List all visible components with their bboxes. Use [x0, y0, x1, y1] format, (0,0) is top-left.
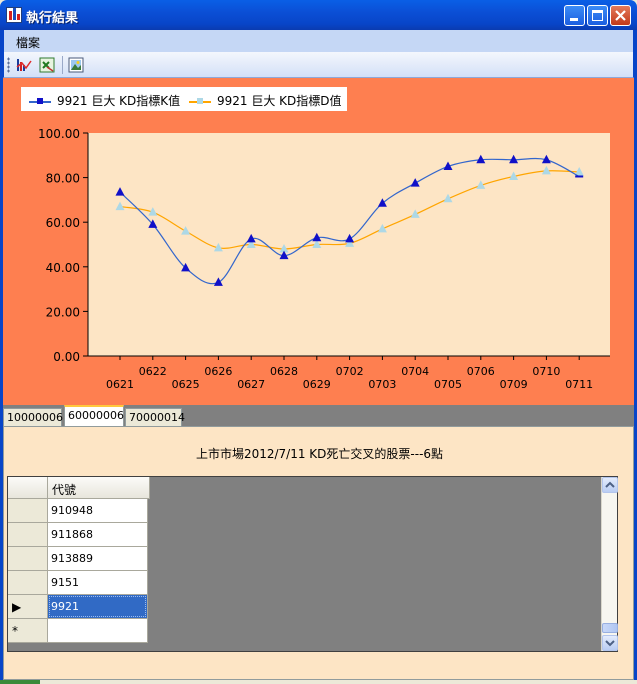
legend-item-d: 9921 巨大 KD指標D值	[189, 92, 342, 109]
row-header[interactable]	[8, 499, 48, 523]
tab-60000006[interactable]: 60000006	[64, 405, 124, 426]
scroll-thumb[interactable]	[602, 623, 618, 633]
app-icon	[6, 7, 22, 23]
row-header[interactable]	[8, 571, 48, 595]
chart-icon	[16, 59, 32, 71]
maximize-icon	[592, 10, 603, 21]
close-button[interactable]	[610, 5, 631, 26]
tab-strip: 10000006 60000006 70000014	[3, 405, 634, 426]
kd-line-chart: 0.00 20.00 40.00 60.00 80.00 100.00 0621 0622 06…	[38, 127, 610, 391]
x-tick-label: 0628	[270, 365, 298, 378]
x-tick-label: 0627	[237, 378, 265, 391]
table-row[interactable]: ▶ 9921	[8, 595, 150, 619]
y-tick-label: 80.00	[46, 172, 80, 186]
table-row[interactable]: *	[8, 619, 150, 643]
close-icon	[615, 10, 626, 21]
x-tick-label: 0705	[434, 378, 462, 391]
column-header-code[interactable]: 代號	[48, 477, 150, 499]
y-tick-label: 20.00	[46, 305, 80, 319]
x-tick-label: 0622	[139, 365, 167, 378]
scroll-down-button[interactable]	[602, 635, 618, 651]
cell-code[interactable]	[48, 619, 148, 643]
y-tick-label: 0.00	[53, 350, 80, 364]
legend-swatch-k	[29, 97, 51, 104]
x-tick-label: 0703	[368, 378, 396, 391]
picture-icon	[68, 57, 84, 73]
chart-panel: 0.00 20.00 40.00 60.00 80.00 100.00 0621 0622 06…	[3, 78, 634, 405]
chart-legend: 9921 巨大 KD指標K值 9921 巨大 KD指標D值	[21, 87, 347, 111]
minimize-button[interactable]	[564, 5, 585, 26]
result-grid[interactable]: 代號 910948 911868 913889 9151 ▶ 9921 *	[7, 476, 618, 652]
title-bar: 執行結果	[0, 0, 637, 30]
tab-70000014[interactable]: 70000014	[125, 408, 185, 426]
tab-10000006[interactable]: 10000006	[3, 408, 63, 426]
row-header[interactable]	[8, 547, 48, 571]
data-point	[575, 175, 584, 178]
menu-file[interactable]: 檔案	[16, 34, 40, 51]
x-tick-label: 0704	[401, 365, 429, 378]
row-header[interactable]	[8, 523, 48, 547]
x-tick-label: 0711	[565, 378, 593, 391]
row-header-corner[interactable]	[8, 477, 48, 499]
chevron-up-icon	[605, 481, 615, 488]
minimize-icon	[570, 18, 578, 21]
legend-label-k: 9921 巨大 KD指標K值	[57, 94, 181, 108]
cell-code[interactable]: 910948	[48, 499, 148, 523]
table-row[interactable]: 910948	[8, 499, 150, 523]
maximize-button[interactable]	[587, 5, 608, 26]
chevron-down-icon	[605, 640, 615, 647]
result-caption: 上市市場2012/7/11 KD死亡交叉的股票---6點	[195, 447, 444, 461]
cell-code[interactable]: 9921	[48, 595, 148, 619]
cell-code[interactable]: 9151	[48, 571, 148, 595]
toolbar-separator	[62, 56, 63, 74]
status-bar	[0, 680, 637, 684]
toolbar-grip[interactable]	[7, 57, 10, 73]
y-tick-label: 60.00	[46, 216, 80, 230]
x-tick-label: 0702	[336, 365, 364, 378]
x-tick-label: 0709	[500, 378, 528, 391]
legend-swatch-d	[189, 97, 211, 104]
menu-bar: 檔案	[3, 30, 634, 52]
picture-button[interactable]	[66, 55, 86, 75]
chart-button[interactable]	[14, 55, 34, 75]
y-tick-label: 100.00	[38, 127, 80, 141]
cell-code[interactable]: 913889	[48, 547, 148, 571]
x-tick-label: 0710	[532, 365, 560, 378]
y-tick-label: 40.00	[46, 261, 80, 275]
vertical-scrollbar[interactable]	[601, 477, 618, 651]
tab-page: 上市市場2012/7/11 KD死亡交叉的股票---6點 代號 910948 91…	[3, 426, 634, 680]
x-tick-label: 0626	[204, 365, 232, 378]
current-row-marker-icon[interactable]: ▶	[8, 595, 48, 619]
table-row[interactable]: 9151	[8, 571, 150, 595]
table-row[interactable]: 911868	[8, 523, 150, 547]
cell-code[interactable]: 911868	[48, 523, 148, 547]
table-row[interactable]: 913889	[8, 547, 150, 571]
toolbar	[3, 52, 634, 78]
export-excel-button[interactable]	[37, 55, 57, 75]
scroll-up-button[interactable]	[602, 477, 618, 493]
excel-export-icon	[39, 57, 55, 73]
x-tick-label: 0621	[106, 378, 134, 391]
x-tick-label: 0625	[172, 378, 200, 391]
window-title: 執行結果	[26, 11, 79, 26]
legend-item-k: 9921 巨大 KD指標K值	[29, 92, 180, 109]
x-tick-label: 0629	[303, 378, 331, 391]
legend-label-d: 9921 巨大 KD指標D值	[217, 94, 342, 108]
new-row-marker[interactable]: *	[8, 619, 48, 643]
x-tick-label: 0706	[467, 365, 495, 378]
